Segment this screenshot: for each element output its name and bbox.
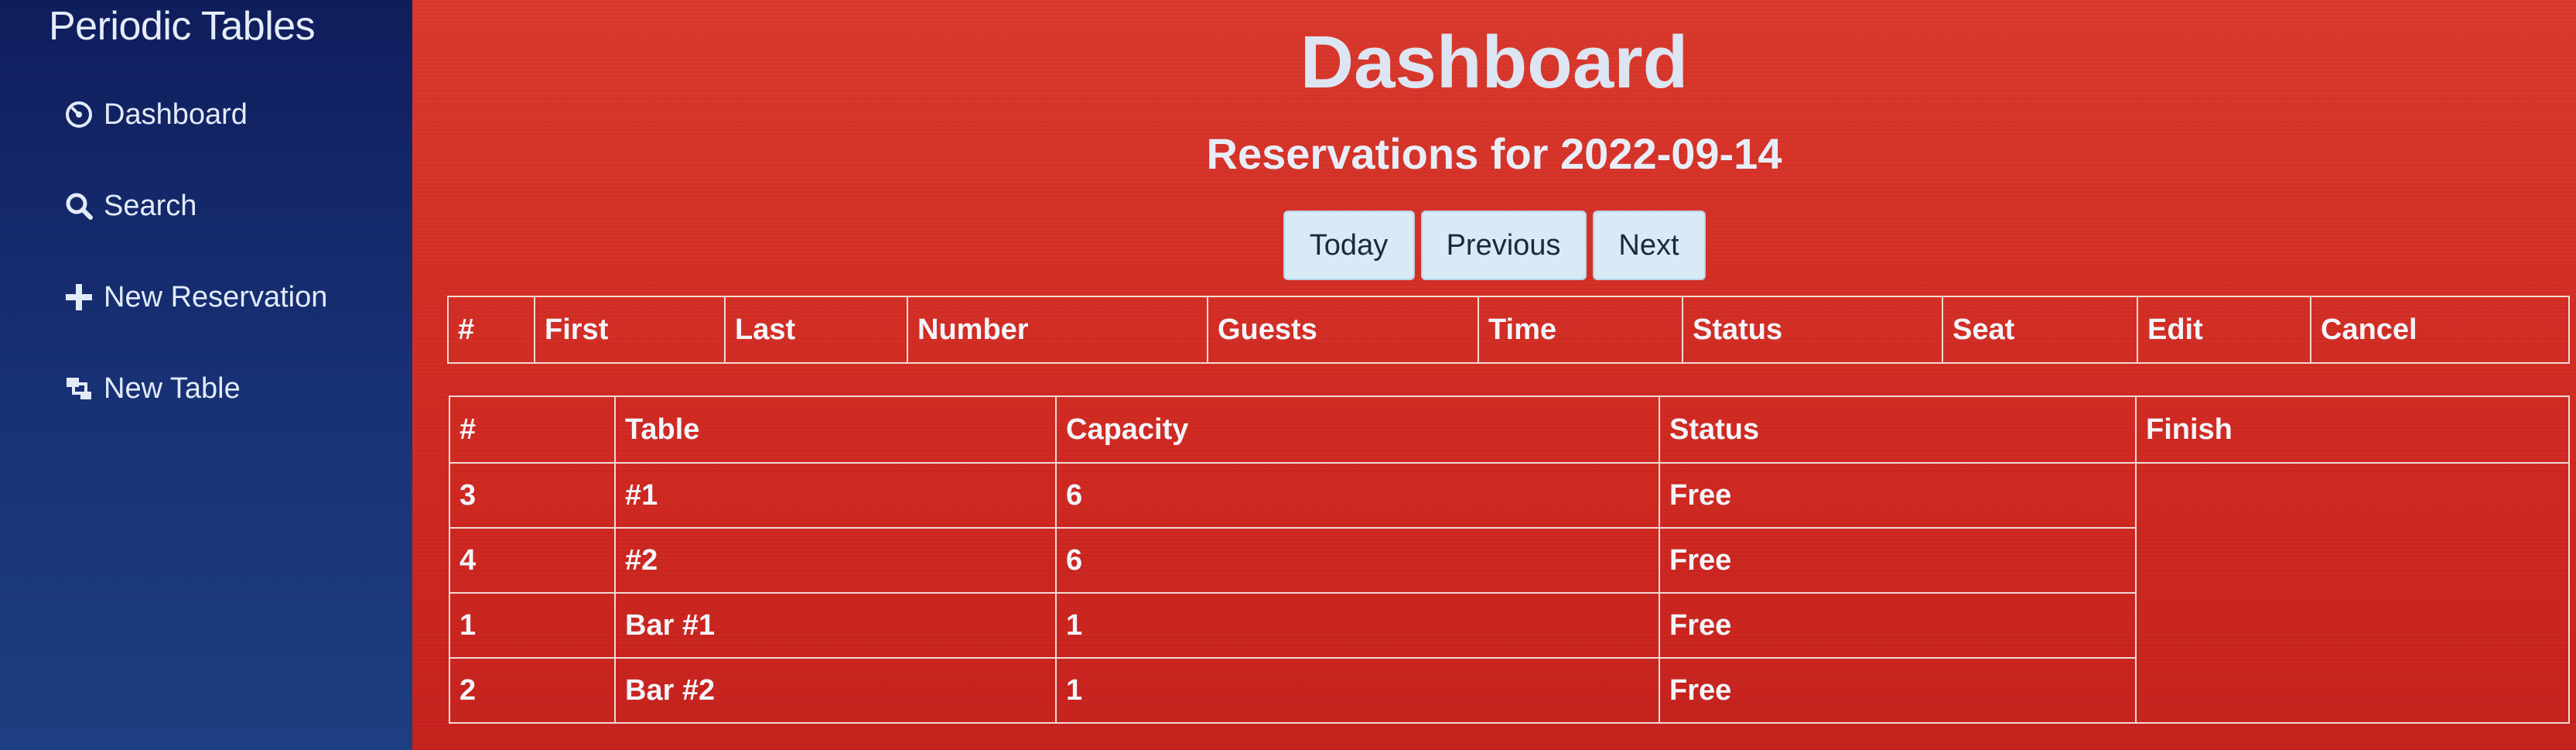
column-header: Guests: [1207, 296, 1479, 364]
column-header: Seat: [1942, 296, 2138, 364]
table-status-cell: Free: [1659, 657, 2137, 724]
table-status-cell: Free: [1659, 462, 2137, 529]
brand-title[interactable]: Periodic Tables: [49, 3, 316, 50]
table-status-cell: Free: [1659, 592, 2137, 659]
column-header: Finish: [2135, 396, 2570, 464]
layers-icon: [62, 372, 96, 406]
table-status-cell: Free: [1659, 527, 2137, 594]
reservations-date-heading: Reservations for 2022-09-14: [1206, 129, 1782, 178]
column-header: Time: [1478, 296, 1683, 364]
sidebar-item-label: Dashboard: [104, 98, 248, 131]
table-capacity-cell: 1: [1055, 592, 1660, 659]
previous-button[interactable]: Previous: [1420, 211, 1587, 280]
table-id-cell: 4: [449, 527, 616, 594]
table-header-row: # Table Capacity Status Finish: [449, 396, 2570, 464]
sidebar-item-search[interactable]: Search: [62, 183, 196, 229]
table-capacity-cell: 1: [1055, 657, 1660, 724]
table-capacity-cell: 6: [1055, 527, 1660, 594]
date-navigation: Today Previous Next: [412, 211, 2576, 280]
sidebar-item-new-table[interactable]: New Table: [62, 365, 241, 412]
table-capacity-cell: 6: [1055, 462, 1660, 529]
column-header: Capacity: [1055, 396, 1660, 464]
column-header: Status: [1659, 396, 2137, 464]
sidebar-item-label: New Reservation: [104, 280, 328, 313]
main-content: Dashboard Reservations for 2022-09-14 To…: [412, 0, 2576, 750]
next-button[interactable]: Next: [1592, 211, 1706, 280]
dashboard-icon: [62, 98, 96, 132]
table-name-cell: Bar #2: [614, 657, 1057, 724]
sidebar-item-new-reservation[interactable]: New Reservation: [62, 274, 327, 320]
table-name-cell: Bar #1: [614, 592, 1057, 659]
column-header: #: [447, 296, 535, 364]
reservations-table: # First Last Number Guests Time Status S…: [447, 296, 2570, 364]
table-header-row: # First Last Number Guests Time Status S…: [447, 296, 2570, 364]
column-header: Cancel: [2310, 296, 2570, 364]
column-header: Table: [614, 396, 1057, 464]
sidebar-item-dashboard[interactable]: Dashboard: [62, 91, 248, 138]
page-title: Dashboard: [1300, 21, 1689, 104]
column-header: Edit: [2137, 296, 2311, 364]
table-id-cell: 3: [449, 462, 616, 529]
finish-cell: [2135, 462, 2570, 724]
column-header: Status: [1682, 296, 1943, 364]
sidebar: Periodic Tables Dashboard Search New Res…: [0, 0, 412, 750]
search-icon: [62, 189, 96, 223]
table-row: 3 #1 6 Free: [449, 462, 2570, 724]
table-name-cell: #1: [614, 462, 1057, 529]
column-header: First: [534, 296, 726, 364]
column-header: Last: [724, 296, 908, 364]
sidebar-item-label: Search: [104, 189, 197, 222]
table-id-cell: 2: [449, 657, 616, 724]
table-id-cell: 1: [449, 592, 616, 659]
today-button[interactable]: Today: [1283, 211, 1415, 280]
tables-table: # Table Capacity Status Finish 3 #1 6 Fr…: [449, 396, 2570, 724]
column-header: Number: [907, 296, 1208, 364]
sidebar-item-label: New Table: [104, 372, 241, 405]
table-name-cell: #2: [614, 527, 1057, 594]
plus-icon: [62, 280, 96, 314]
column-header: #: [449, 396, 616, 464]
